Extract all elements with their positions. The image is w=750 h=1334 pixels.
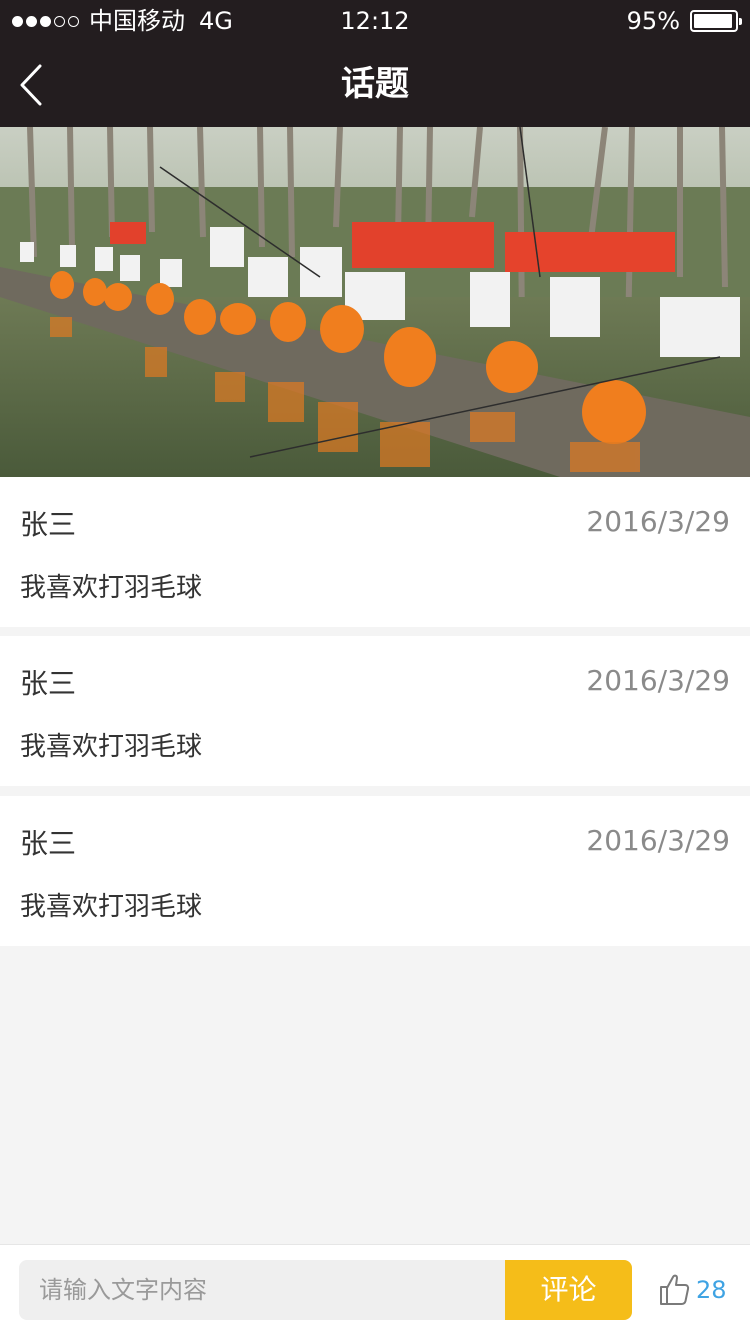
status-left: 中国移动 4G — [12, 0, 233, 42]
comment-bar: 评论 28 — [0, 1244, 750, 1334]
comment-text: 我喜欢打羽毛球 — [20, 573, 203, 603]
comment-date: 2016/3/29 — [586, 505, 730, 538]
battery-fill — [694, 14, 732, 28]
network-type: 4G — [199, 7, 233, 35]
back-button[interactable] — [0, 42, 80, 127]
page-title: 话题 — [341, 64, 409, 104]
chevron-left-icon — [20, 64, 42, 106]
battery-cap — [739, 18, 742, 25]
comment-author: 张三 — [20, 667, 77, 700]
topic-photo — [0, 127, 750, 477]
signal-dot-icon — [12, 15, 23, 27]
carrier-name: 中国移动 — [89, 7, 185, 35]
comment-item: 张三 2016/3/29 我喜欢打羽毛球 — [0, 796, 750, 946]
like-count: 28 — [696, 1276, 727, 1304]
battery-icon — [690, 10, 742, 32]
fishing-scene-image — [0, 127, 750, 477]
thumbs-up-icon — [660, 1274, 690, 1305]
comment-input[interactable] — [19, 1260, 507, 1320]
topic-screen: 中国移动 4G 12:12 95% 话题 张三 2016/3/29 我喜欢打羽毛… — [0, 0, 750, 1334]
signal-dot-icon — [40, 15, 51, 27]
comment-date: 2016/3/29 — [586, 824, 730, 857]
comment-item: 张三 2016/3/29 我喜欢打羽毛球 — [0, 636, 750, 786]
battery-percent: 95% — [626, 7, 680, 35]
comment-item: 张三 2016/3/29 我喜欢打羽毛球 — [0, 477, 750, 627]
comment-author: 张三 — [20, 508, 77, 541]
comment-author: 张三 — [20, 827, 77, 860]
status-bar: 中国移动 4G 12:12 95% — [0, 0, 750, 42]
comment-text: 我喜欢打羽毛球 — [20, 892, 203, 922]
comment-date: 2016/3/29 — [586, 664, 730, 697]
comment-text: 我喜欢打羽毛球 — [20, 732, 203, 762]
status-right: 95% — [626, 0, 742, 42]
nav-bar: 话题 — [0, 42, 750, 127]
comment-submit-button[interactable]: 评论 — [505, 1260, 632, 1320]
signal-dot-icon — [26, 15, 37, 27]
like-button[interactable]: 28 — [658, 1260, 727, 1320]
signal-dot-empty-icon — [54, 15, 65, 27]
signal-dot-empty-icon — [68, 15, 79, 27]
